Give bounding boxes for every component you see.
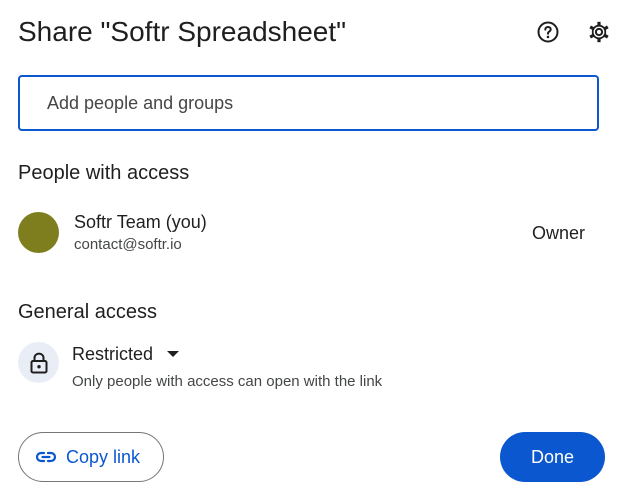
help-button[interactable]: [532, 16, 564, 48]
gear-icon: [589, 21, 609, 43]
general-access-row: Restricted Only people with access can o…: [18, 340, 599, 396]
general-access-description: Only people with access can open with th…: [72, 373, 383, 390]
lock-icon-container: [18, 342, 59, 383]
general-access-selected: Restricted: [72, 344, 154, 364]
add-people-input[interactable]: [45, 91, 579, 115]
general-access-heading: General access: [18, 301, 157, 323]
person-row: Softr Team (you) contact@softr.io Owner: [18, 210, 599, 256]
copy-link-button[interactable]: Copy link: [18, 432, 164, 482]
caret-down-icon: [167, 351, 180, 357]
lock-icon: [30, 352, 47, 373]
dialog-title: Share "Softr Spreadsheet": [18, 16, 347, 47]
add-people-field[interactable]: [18, 75, 599, 131]
person-name: Softr Team (you): [74, 212, 207, 232]
people-with-access-heading: People with access: [18, 162, 190, 184]
help-circle-icon: [537, 21, 559, 43]
link-icon: [35, 451, 57, 463]
avatar: [18, 212, 59, 253]
done-label: Done: [530, 446, 575, 467]
settings-button[interactable]: [583, 16, 615, 48]
general-access-dropdown[interactable]: Restricted: [72, 341, 183, 367]
person-role: Owner: [531, 223, 585, 243]
done-button[interactable]: Done: [500, 432, 605, 482]
person-email: contact@softr.io: [74, 236, 182, 253]
share-dialog: Share "Softr Spreadsheet" People with ac…: [0, 0, 621, 498]
copy-link-label: Copy link: [66, 446, 141, 467]
